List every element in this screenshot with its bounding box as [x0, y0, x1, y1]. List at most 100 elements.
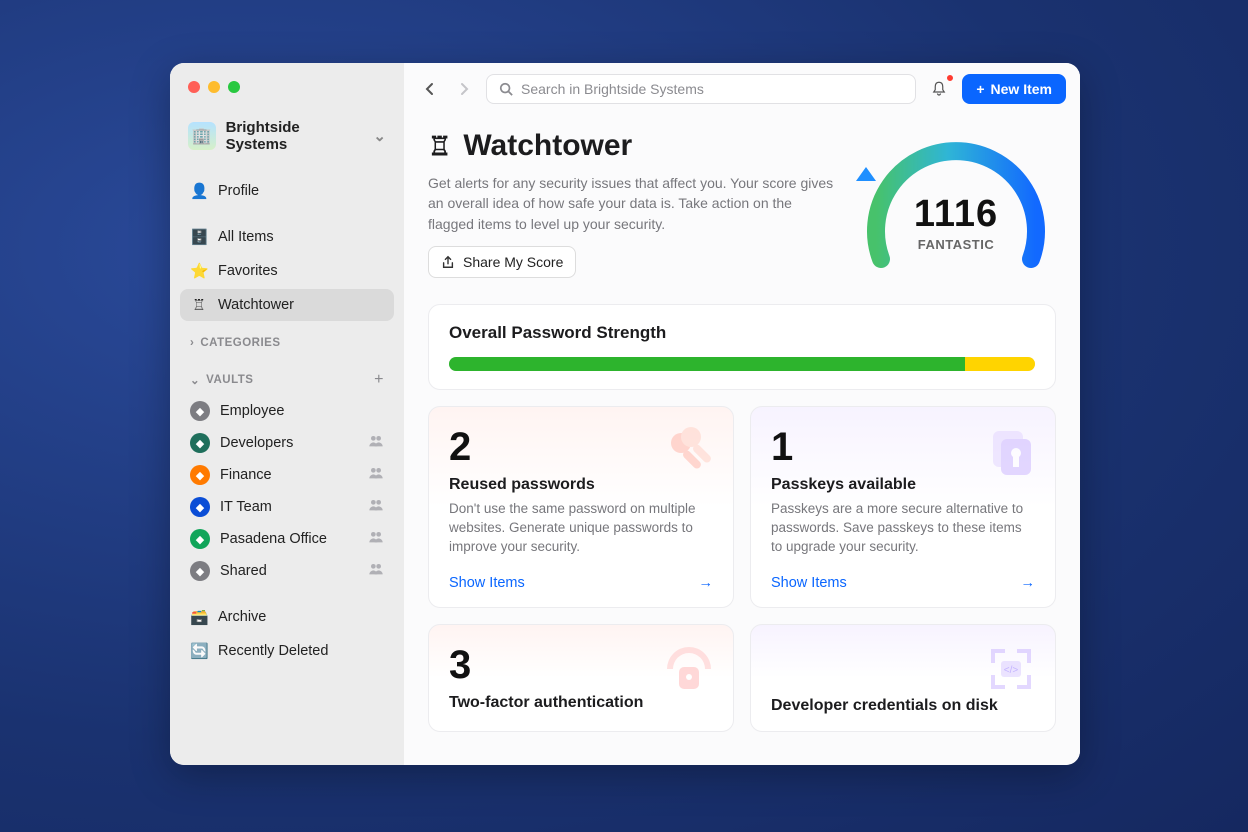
strength-segment-fair: [965, 357, 1035, 371]
alert-tile: 2Reused passwordsDon't use the same pass…: [428, 406, 734, 608]
share-score-button[interactable]: Share My Score: [428, 246, 576, 278]
toolbar: Search in Brightside Systems + New Item: [404, 63, 1080, 115]
vault-label: Pasadena Office: [220, 531, 327, 547]
vault-icon: ◆: [190, 561, 210, 581]
search-icon: [499, 82, 513, 96]
score-value: 1116: [856, 193, 1056, 236]
archive-icon: 🗃️: [190, 608, 208, 626]
vaults-label: VAULTS: [206, 374, 253, 386]
main-panel: Search in Brightside Systems + New Item …: [404, 63, 1080, 765]
forward-button[interactable]: [452, 77, 476, 101]
maximize-window-button[interactable]: [228, 81, 240, 93]
vault-icon: ◆: [190, 433, 210, 453]
new-item-label: New Item: [991, 81, 1052, 97]
vault-icon: ◆: [190, 529, 210, 549]
account-name: Brightside Systems: [226, 119, 364, 153]
shared-icon: [368, 466, 384, 484]
share-label: Share My Score: [463, 254, 563, 270]
chevron-down-icon: [190, 373, 200, 387]
star-icon: ⭐: [190, 262, 208, 280]
sidebar-item-label: All Items: [218, 229, 274, 245]
sidebar-item-label: Archive: [218, 609, 266, 625]
bell-icon: [930, 80, 948, 98]
vault-label: IT Team: [220, 499, 272, 515]
arrow-right-icon: →: [699, 575, 714, 591]
all-items-icon: 🗄️: [190, 228, 208, 246]
add-vault-button[interactable]: +: [374, 371, 384, 389]
vault-item[interactable]: ◆ Employee: [180, 395, 394, 427]
notifications-button[interactable]: [926, 76, 952, 102]
window-controls: [180, 77, 394, 111]
arrow-left-icon: [422, 81, 438, 97]
sidebar-item-profile[interactable]: 👤 Profile: [180, 175, 394, 207]
vault-item[interactable]: ◆ Developers: [180, 427, 394, 459]
vault-icon: ◆: [190, 465, 210, 485]
strength-bar: [449, 357, 1035, 371]
account-switcher[interactable]: 🏢 Brightside Systems: [180, 111, 394, 161]
show-items-link[interactable]: Show Items →: [449, 575, 713, 591]
vault-label: Finance: [220, 467, 272, 483]
shared-icon: [368, 498, 384, 516]
app-window: 🏢 Brightside Systems 👤 Profile 🗄️ All It…: [170, 63, 1080, 765]
search-input[interactable]: Search in Brightside Systems: [486, 74, 916, 104]
categories-section-toggle[interactable]: CATEGORIES: [180, 321, 394, 355]
back-button[interactable]: [418, 77, 442, 101]
vault-label: Employee: [220, 403, 284, 419]
chevron-down-icon: [373, 127, 386, 145]
tile-illustration-icon: [983, 423, 1039, 479]
vault-label: Shared: [220, 563, 267, 579]
profile-icon: 👤: [190, 182, 208, 200]
strength-title: Overall Password Strength: [449, 323, 1035, 343]
close-window-button[interactable]: [188, 81, 200, 93]
categories-label: CATEGORIES: [200, 337, 280, 349]
show-items-link[interactable]: Show Items→: [771, 575, 1035, 591]
sidebar-item-label: Recently Deleted: [218, 643, 328, 659]
sidebar-item-recently-deleted[interactable]: 🔄 Recently Deleted: [180, 635, 394, 667]
vaults-section-toggle[interactable]: VAULTS +: [180, 355, 394, 395]
shared-icon: [368, 530, 384, 548]
notification-badge: [946, 74, 954, 82]
shared-icon: [368, 434, 384, 452]
arrow-right-icon: [456, 81, 472, 97]
alert-tile: </>Developer credentials on disk: [750, 624, 1056, 732]
sidebar-item-all-items[interactable]: 🗄️ All Items: [180, 221, 394, 253]
vault-label: Developers: [220, 435, 293, 451]
account-icon: 🏢: [188, 122, 216, 150]
vaults-list: ◆ Employee ◆ Developers ◆ Finance ◆ IT Team ◆ Pas…: [180, 395, 394, 587]
search-placeholder: Search in Brightside Systems: [521, 81, 704, 97]
sidebar: 🏢 Brightside Systems 👤 Profile 🗄️ All It…: [170, 63, 404, 765]
sidebar-item-label: Profile: [218, 183, 259, 199]
alert-tiles-grid: 2Reused passwordsDon't use the same pass…: [428, 406, 1056, 732]
vault-icon: ◆: [190, 401, 210, 421]
rook-icon: ♖: [190, 296, 208, 314]
trash-icon: 🔄: [190, 642, 208, 660]
sidebar-item-favorites[interactable]: ⭐ Favorites: [180, 255, 394, 287]
score-gauge: 1116 FANTASTIC: [856, 129, 1056, 284]
tile-illustration-icon: [661, 641, 717, 697]
page-description: Get alerts for any security issues that …: [428, 173, 836, 234]
sidebar-item-label: Watchtower: [218, 297, 294, 313]
vault-item[interactable]: ◆ IT Team: [180, 491, 394, 523]
plus-icon: +: [976, 81, 984, 97]
new-item-button[interactable]: + New Item: [962, 74, 1066, 104]
content-area: ♖ Watchtower Get alerts for any security…: [404, 115, 1080, 765]
minimize-window-button[interactable]: [208, 81, 220, 93]
alert-tile: 1Passkeys availablePasskeys are a more s…: [750, 406, 1056, 608]
tile-body: Don't use the same password on multiple …: [449, 500, 713, 557]
sidebar-item-label: Favorites: [218, 263, 278, 279]
vault-item[interactable]: ◆ Pasadena Office: [180, 523, 394, 555]
chevron-right-icon: [190, 337, 194, 349]
shared-icon: [368, 562, 384, 580]
rook-icon: ♖: [428, 131, 451, 162]
vault-item[interactable]: ◆ Finance: [180, 459, 394, 491]
tile-illustration-icon: </>: [983, 641, 1039, 697]
share-icon: [441, 255, 455, 269]
arrow-right-icon: →: [1021, 575, 1036, 591]
strength-segment-strong: [449, 357, 965, 371]
vault-item[interactable]: ◆ Shared: [180, 555, 394, 587]
sidebar-item-archive[interactable]: 🗃️ Archive: [180, 601, 394, 633]
tile-illustration-icon: [661, 423, 717, 479]
sidebar-item-watchtower[interactable]: ♖ Watchtower: [180, 289, 394, 321]
link-label: Show Items: [449, 575, 525, 591]
vault-icon: ◆: [190, 497, 210, 517]
